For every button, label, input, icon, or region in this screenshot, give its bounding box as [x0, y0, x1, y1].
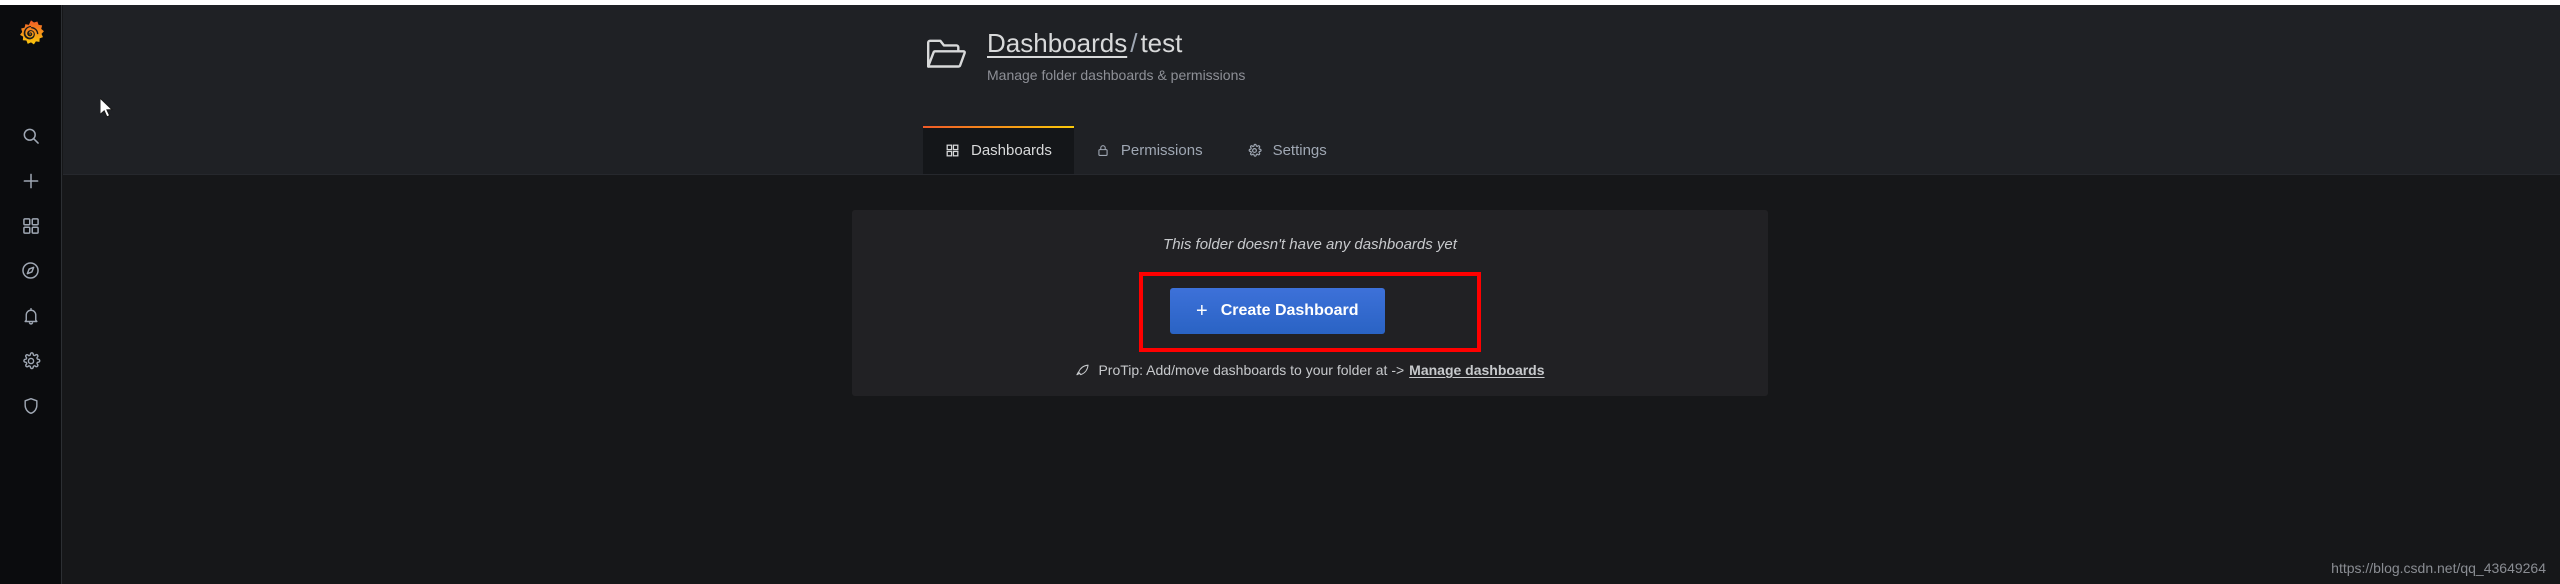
tab-permissions-label: Permissions [1120, 141, 1203, 159]
manage-dashboards-link[interactable]: Manage dashboards [1409, 362, 1544, 378]
empty-state-message: This folder doesn't have any dashboards … [1163, 236, 1457, 253]
empty-folder-panel: This folder doesn't have any dashboards … [852, 210, 1768, 396]
compass-icon [20, 260, 41, 281]
bell-icon [21, 306, 41, 326]
search-icon [21, 126, 41, 146]
tab-settings[interactable]: Settings [1225, 126, 1349, 174]
sidebar-item-search[interactable] [0, 113, 62, 158]
tab-dashboards[interactable]: Dashboards [923, 126, 1074, 174]
sidebar-item-dashboards[interactable] [0, 203, 62, 248]
sidebar-item-alerting[interactable] [0, 293, 62, 338]
page-tab-bar: Dashboards Permissions Settings [923, 126, 1349, 174]
protip-text: ProTip: Add/move dashboards to your fold… [1098, 362, 1405, 378]
lock-icon [1096, 143, 1110, 158]
create-dashboard-button-label: Create Dashboard [1220, 302, 1359, 319]
page-header: Dashboards / test Manage folder dashboards… [63, 5, 2560, 175]
breadcrumb-current-folder: test [1140, 28, 1183, 58]
gear-icon [21, 351, 41, 371]
page-subtitle: Manage folder dashboards & permissions [987, 67, 1246, 83]
shield-icon [21, 396, 41, 416]
page-title-block: Dashboards / test Manage folder dashboards… [987, 27, 1245, 84]
app-window: Dashboards / test Manage folder dashboards… [0, 0, 2560, 584]
apps-grid-icon [21, 216, 41, 236]
breadcrumb-link-dashboards[interactable]: Dashboards [987, 28, 1127, 58]
create-dashboard-highlight-area: + Create Dashboard [1139, 272, 1481, 352]
folder-open-icon [923, 31, 969, 77]
sidebar-item-configuration[interactable] [0, 338, 62, 383]
tab-settings-label: Settings [1272, 141, 1327, 159]
breadcrumb-separator: / [1130, 28, 1138, 58]
create-dashboard-button[interactable]: + Create Dashboard [1170, 288, 1385, 334]
grafana-logo[interactable] [0, 5, 62, 63]
tab-permissions[interactable]: Permissions [1074, 126, 1225, 174]
gear-icon [1247, 143, 1262, 158]
watermark-url: https://blog.csdn.net/qq_43649264 [2331, 560, 2546, 576]
tab-dashboards-label: Dashboards [971, 141, 1052, 159]
sidebar-item-server-admin[interactable] [0, 383, 62, 428]
sidebar-item-create[interactable] [0, 158, 62, 203]
rocket-icon [1075, 363, 1090, 378]
breadcrumb: Dashboards / test [987, 27, 1245, 59]
protip-row: ProTip: Add/move dashboards to your fold… [1075, 362, 1545, 378]
plus-icon [21, 171, 41, 191]
apps-grid-icon [945, 143, 960, 158]
main-navigation-sidebar [0, 5, 62, 584]
sidebar-item-explore[interactable] [0, 248, 62, 293]
plus-icon: + [1196, 300, 1208, 322]
page-header-content: Dashboards / test Manage folder dashboards… [923, 27, 1245, 84]
